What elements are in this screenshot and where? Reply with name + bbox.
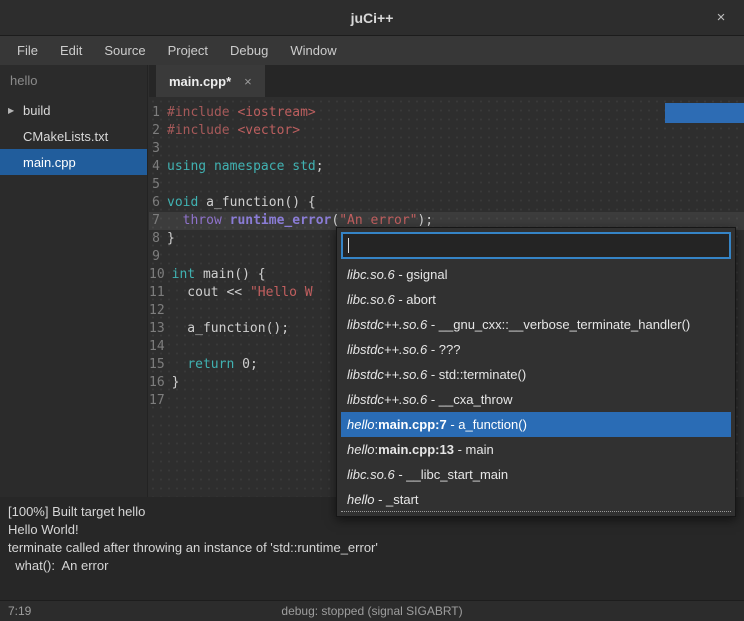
code-text: int main() {: [172, 266, 266, 284]
tab-bar: main.cpp* ×: [149, 65, 744, 97]
line-number: 16: [149, 374, 172, 392]
project-name: hello: [0, 65, 147, 97]
line-number: 14: [149, 338, 172, 356]
scrollbar-thumb[interactable]: [665, 103, 744, 123]
backtrace-item-1[interactable]: libc.so.6 - abort: [341, 287, 731, 312]
expander-icon[interactable]: ▶: [8, 106, 23, 115]
file-tree: ▶build CMakeLists.txt main.cpp: [0, 97, 147, 175]
line-number: 17: [149, 392, 172, 410]
line-number: 1: [149, 104, 167, 122]
code-line-5[interactable]: 5: [149, 176, 744, 194]
code-line-4[interactable]: 4using namespace std;: [149, 158, 744, 176]
tab-main-cpp[interactable]: main.cpp* ×: [156, 65, 265, 97]
line-number: 15: [149, 356, 172, 374]
tree-item-label: main.cpp: [23, 155, 76, 170]
code-text: #include <vector>: [167, 122, 300, 140]
code-text: return 0;: [172, 356, 258, 374]
line-number: 13: [149, 320, 172, 338]
menu-source[interactable]: Source: [93, 36, 156, 65]
backtrace-item-9[interactable]: hello - _start: [341, 487, 731, 512]
code-text: using namespace std;: [167, 158, 324, 176]
line-number: 2: [149, 122, 167, 140]
menu-file[interactable]: File: [6, 36, 49, 65]
backtrace-popup: libc.so.6 - gsignallibc.so.6 - abortlibs…: [336, 227, 736, 517]
tab-close-icon[interactable]: ×: [244, 74, 252, 89]
line-number: 6: [149, 194, 167, 212]
code-text: cout << "Hello W: [172, 284, 313, 302]
output-line: terminate called after throwing an insta…: [8, 539, 736, 557]
backtrace-item-3[interactable]: libstdc++.so.6 - ???: [341, 337, 731, 362]
backtrace-item-8[interactable]: libc.so.6 - __libc_start_main: [341, 462, 731, 487]
backtrace-item-7[interactable]: hello:main.cpp:13 - main: [341, 437, 731, 462]
window-title: juCi++: [0, 0, 744, 36]
sidebar-item-cmakelists-txt[interactable]: CMakeLists.txt: [0, 123, 147, 149]
line-number: 9: [149, 248, 167, 266]
code-text: a_function();: [172, 320, 289, 338]
menu-edit[interactable]: Edit: [49, 36, 93, 65]
tree-item-label: CMakeLists.txt: [23, 129, 108, 144]
code-line-1[interactable]: 1#include <iostream>: [149, 104, 744, 122]
tree-item-label: build: [23, 103, 50, 118]
close-icon[interactable]: ×: [712, 9, 730, 27]
code-line-3[interactable]: 3: [149, 140, 744, 158]
menu-bar: FileEditSourceProjectDebugWindow: [0, 36, 744, 65]
line-number: 11: [149, 284, 172, 302]
status-bar: 7:19 debug: stopped (signal SIGABRT): [0, 600, 744, 621]
line-number: 10: [149, 266, 172, 284]
text-cursor: [348, 238, 349, 253]
code-text: }: [167, 230, 175, 248]
tab-label: main.cpp*: [169, 74, 231, 89]
backtrace-list: libc.so.6 - gsignallibc.so.6 - abortlibs…: [341, 262, 731, 512]
line-number: 8: [149, 230, 167, 248]
backtrace-item-4[interactable]: libstdc++.so.6 - std::terminate(): [341, 362, 731, 387]
code-text: #include <iostream>: [167, 104, 316, 122]
backtrace-item-6[interactable]: hello:main.cpp:7 - a_function(): [341, 412, 731, 437]
backtrace-item-0[interactable]: libc.so.6 - gsignal: [341, 262, 731, 287]
menu-debug[interactable]: Debug: [219, 36, 279, 65]
backtrace-filter-input[interactable]: [341, 232, 731, 259]
title-bar: juCi++ ×: [0, 0, 744, 36]
output-line: Hello World!: [8, 521, 736, 539]
debug-status: debug: stopped (signal SIGABRT): [0, 601, 744, 621]
code-line-6[interactable]: 6void a_function() {: [149, 194, 744, 212]
line-number: 12: [149, 302, 172, 320]
sidebar-item-build[interactable]: ▶build: [0, 97, 147, 123]
code-line-2[interactable]: 2#include <vector>: [149, 122, 744, 140]
backtrace-item-2[interactable]: libstdc++.so.6 - __gnu_cxx::__verbose_te…: [341, 312, 731, 337]
sidebar-item-main-cpp[interactable]: main.cpp: [0, 149, 147, 175]
line-number: 7: [149, 212, 167, 230]
file-tree-sidebar: hello ▶build CMakeLists.txt main.cpp: [0, 65, 148, 497]
menu-window[interactable]: Window: [279, 36, 347, 65]
line-number: 4: [149, 158, 167, 176]
output-line: what(): An error: [8, 557, 736, 575]
line-number: 5: [149, 176, 167, 194]
code-text: void a_function() {: [167, 194, 316, 212]
code-text: }: [172, 374, 180, 392]
backtrace-item-5[interactable]: libstdc++.so.6 - __cxa_throw: [341, 387, 731, 412]
line-number: 3: [149, 140, 167, 158]
menu-project[interactable]: Project: [157, 36, 219, 65]
